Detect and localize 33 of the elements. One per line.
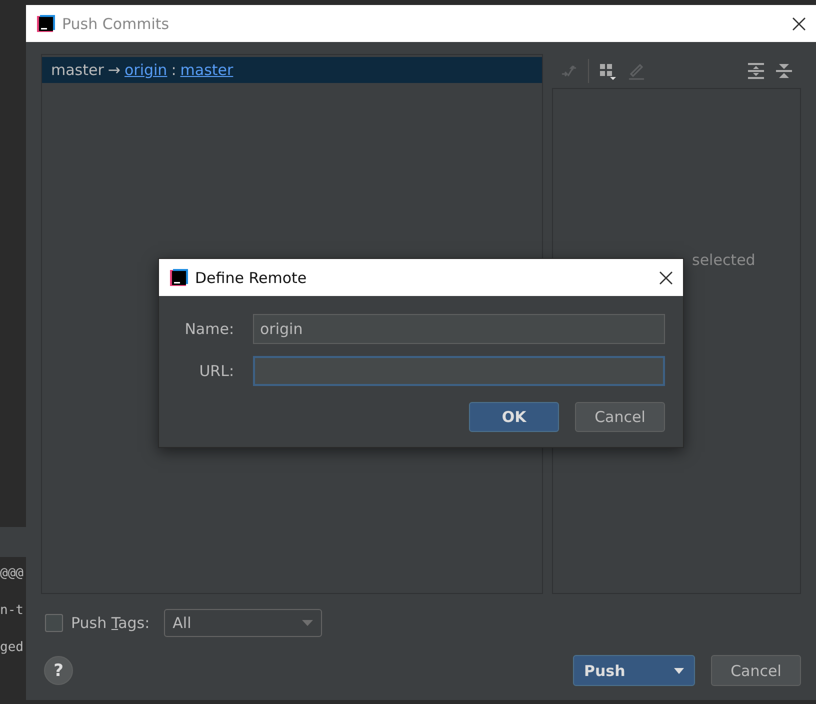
- empty-text: selected: [692, 251, 756, 269]
- app-logo-icon: [169, 268, 189, 288]
- separator-text: :: [171, 61, 176, 79]
- window-title: Push Commits: [62, 14, 170, 32]
- push-tags-checkbox[interactable]: [45, 614, 63, 632]
- group-icon[interactable]: [599, 62, 617, 80]
- tags-dropdown[interactable]: All: [164, 609, 322, 637]
- close-icon[interactable]: [659, 270, 673, 284]
- caret-icon[interactable]: [674, 668, 684, 674]
- ok-button[interactable]: OK: [469, 402, 559, 432]
- dropdown-arrow-icon: [302, 620, 313, 626]
- field-label: Name:: [184, 320, 234, 338]
- push-button[interactable]: Push: [573, 655, 695, 686]
- cancel-button[interactable]: Cancel: [575, 402, 665, 432]
- help-button[interactable]: ?: [44, 656, 73, 685]
- app-logo-icon: [36, 14, 56, 34]
- dialog-title: Define Remote: [195, 268, 308, 286]
- cancel-button[interactable]: Cancel: [711, 655, 801, 686]
- name-field[interactable]: origin: [253, 314, 665, 344]
- field-label: URL:: [198, 362, 234, 380]
- expand-all-icon[interactable]: [747, 62, 765, 80]
- code-line: @@@: [0, 567, 24, 581]
- close-icon[interactable]: [792, 16, 806, 30]
- code-line: n-t: [0, 604, 24, 618]
- remote-link[interactable]: origin: [124, 61, 168, 79]
- collapse-all-icon[interactable]: [775, 62, 793, 80]
- remote-branch-link[interactable]: master: [180, 61, 234, 79]
- arrow-text: →: [108, 61, 120, 79]
- branch-row[interactable]: master → origin : master: [42, 57, 542, 83]
- branch-name: master: [51, 61, 104, 79]
- code-line: ged: [0, 641, 24, 655]
- url-field[interactable]: [253, 356, 665, 386]
- push-tags-label: Push Tags:: [71, 614, 150, 632]
